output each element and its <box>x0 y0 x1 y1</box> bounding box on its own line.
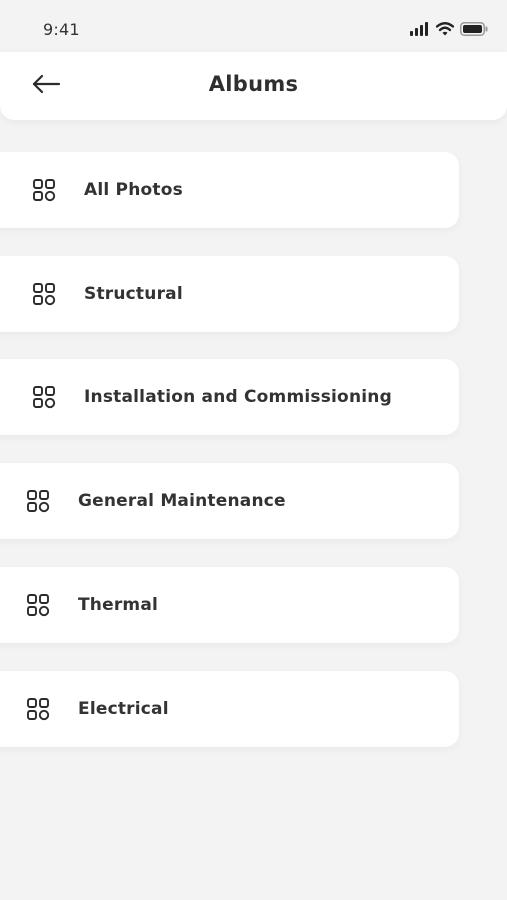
album-grid-icon <box>26 489 50 513</box>
album-grid-icon <box>32 178 56 202</box>
album-card-installation-and-commissioning[interactable]: Installation and Commissioning <box>0 359 459 435</box>
album-card-thermal[interactable]: Thermal <box>0 567 459 643</box>
album-grid-icon <box>26 593 50 617</box>
battery-icon <box>460 21 488 40</box>
app-header: Albums <box>0 52 507 120</box>
album-card-electrical[interactable]: Electrical <box>0 671 459 747</box>
album-grid-icon <box>32 385 56 409</box>
album-card-general-maintenance[interactable]: General Maintenance <box>0 463 459 539</box>
album-label: Structural <box>84 284 183 304</box>
album-label: All Photos <box>84 180 183 200</box>
album-label: Electrical <box>78 699 169 719</box>
album-card-all-photos[interactable]: All Photos <box>0 152 459 228</box>
cellular-signal-icon <box>410 21 430 40</box>
album-label: Installation and Commissioning <box>84 387 392 407</box>
status-bar: 9:41 <box>0 0 507 60</box>
album-card-structural[interactable]: Structural <box>0 256 459 332</box>
page-title: Albums <box>208 72 299 96</box>
wifi-icon <box>435 21 455 40</box>
status-icons <box>410 21 488 40</box>
album-label: Thermal <box>78 595 159 615</box>
album-label: General Maintenance <box>78 491 286 511</box>
album-grid-icon <box>26 697 50 721</box>
status-time: 9:41 <box>43 20 80 39</box>
album-grid-icon <box>32 282 56 306</box>
